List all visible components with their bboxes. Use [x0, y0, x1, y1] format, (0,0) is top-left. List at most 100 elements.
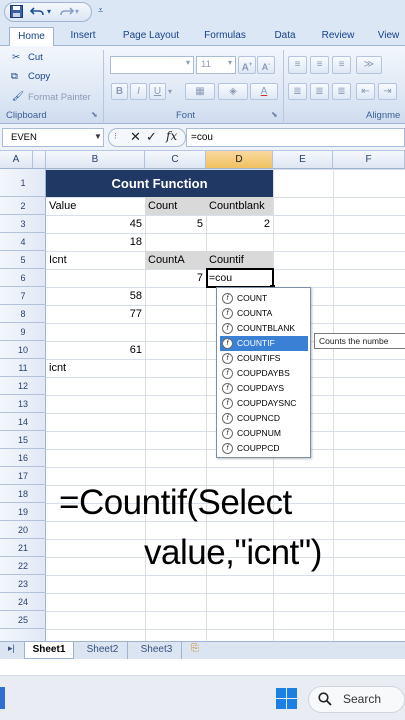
cell-b8[interactable]: 77 [46, 305, 142, 323]
row-header[interactable]: 3 [0, 215, 46, 233]
font-launcher-icon[interactable]: ⬊ [271, 110, 278, 119]
font-size-dropdown-icon[interactable]: ▾ [228, 58, 232, 67]
row-header[interactable]: 9 [0, 323, 46, 341]
insert-sheet-icon[interactable]: ⎘ [191, 643, 199, 654]
column-header-d[interactable]: D [206, 151, 273, 169]
name-box[interactable]: EVEN [2, 128, 104, 147]
row-header[interactable]: 4 [0, 233, 46, 251]
cell-d6-editor[interactable]: =cou [209, 269, 232, 287]
font-name-dropdown-icon[interactable]: ▾ [186, 58, 190, 67]
bold-button[interactable]: B [111, 83, 128, 100]
undo-dropdown-icon[interactable]: ▾ [47, 7, 51, 25]
autocomplete-item[interactable]: f COUPNCD [220, 411, 308, 426]
cell-b7[interactable]: 58 [46, 287, 142, 305]
autocomplete-item[interactable]: f COUNT [220, 291, 308, 306]
cell-b4[interactable]: 18 [46, 233, 142, 251]
column-header-e[interactable]: E [273, 151, 333, 169]
underline-dropdown-icon[interactable]: ▾ [168, 87, 172, 96]
row-header[interactable]: 14 [0, 413, 46, 431]
clipboard-launcher-icon[interactable]: ⬊ [91, 110, 98, 119]
cell-b11[interactable]: icnt [49, 359, 66, 377]
tab-insert[interactable]: Insert [62, 27, 104, 46]
align-right-icon[interactable]: ≣ [332, 83, 351, 100]
autocomplete-item[interactable]: f COUNTIFS [220, 351, 308, 366]
font-name-box[interactable] [110, 56, 194, 74]
cell-d3[interactable]: 2 [206, 215, 270, 233]
autocomplete-item[interactable]: f COUPNUM [220, 426, 308, 441]
column-header-a[interactable]: A [0, 151, 33, 169]
autocomplete-item[interactable]: f COUNTIF [220, 336, 308, 351]
cell-c3[interactable]: 5 [145, 215, 203, 233]
row-header[interactable]: 12 [0, 377, 46, 395]
underline-button[interactable]: U [149, 83, 166, 100]
row-header[interactable]: 5 [0, 251, 46, 269]
function-autocomplete-list[interactable]: f COUNT f COUNTA f COUNTBLANK f COUNTIF f COUNTIF… [216, 287, 311, 458]
borders-icon[interactable]: ▦ [185, 83, 215, 100]
align-left-icon[interactable]: ≣ [288, 83, 307, 100]
autocomplete-item[interactable]: f COUPDAYSNC [220, 396, 308, 411]
redo-icon[interactable] [58, 5, 74, 18]
sheet-tab-1[interactable]: Sheet1 [24, 642, 74, 659]
tab-formulas[interactable]: Formulas [197, 27, 253, 46]
windows-start-icon[interactable] [276, 688, 297, 709]
row-header[interactable]: 7 [0, 287, 46, 305]
align-center-icon[interactable]: ≣ [310, 83, 329, 100]
row-header[interactable]: 1 [0, 169, 46, 197]
row-header[interactable]: 15 [0, 431, 46, 449]
font-color-icon[interactable]: A [250, 83, 278, 100]
autocomplete-item[interactable]: f COUPDAYBS [220, 366, 308, 381]
insert-function-button[interactable]: fx [166, 129, 177, 143]
row-header[interactable]: 20 [0, 521, 46, 539]
align-middle-icon[interactable]: ≡ [310, 56, 329, 74]
row-header[interactable]: 10 [0, 341, 46, 359]
cell-d2[interactable]: Countblank [209, 197, 265, 215]
row-header[interactable]: 11 [0, 359, 46, 377]
enter-formula-icon[interactable]: ✓ [146, 129, 157, 145]
cell-c2[interactable]: Count [148, 197, 177, 215]
tab-review[interactable]: Review [315, 27, 361, 46]
sheet-scroll-last-icon[interactable]: ▸| [8, 643, 15, 654]
column-header-b[interactable]: B [46, 151, 145, 169]
row-header[interactable]: 16 [0, 449, 46, 467]
row-header[interactable]: 24 [0, 593, 46, 611]
cell-b10[interactable]: 61 [46, 341, 142, 359]
format-painter-button[interactable]: Format Painter [28, 92, 91, 103]
row-header[interactable]: 19 [0, 503, 46, 521]
italic-button[interactable]: I [130, 83, 147, 100]
increase-indent-icon[interactable]: ⇥ [378, 83, 397, 100]
shrink-font-icon[interactable]: A- [257, 56, 275, 74]
name-box-dropdown-icon[interactable]: ▼ [94, 132, 102, 141]
cell-c6[interactable]: 7 [145, 269, 203, 287]
row-header[interactable]: 23 [0, 575, 46, 593]
grow-font-icon[interactable]: A+ [238, 56, 256, 74]
save-icon[interactable] [10, 5, 23, 18]
row-header[interactable]: 25 [0, 611, 46, 629]
autocomplete-item[interactable]: f COUPPCD [220, 441, 308, 456]
sheet-tab-2[interactable]: Sheet2 [78, 642, 128, 659]
cell-b5[interactable]: Icnt [49, 251, 67, 269]
worksheet-grid[interactable]: A B C D E F Count Function Value Count C… [0, 151, 405, 641]
decrease-indent-icon[interactable]: ⇤ [356, 83, 375, 100]
cell-b3[interactable]: 45 [46, 215, 142, 233]
align-top-icon[interactable]: ≡ [288, 56, 307, 74]
autocomplete-item[interactable]: f COUNTBLANK [220, 321, 308, 336]
column-header-f[interactable]: F [333, 151, 405, 169]
row-header[interactable]: 13 [0, 395, 46, 413]
row-header[interactable]: 17 [0, 467, 46, 485]
row-header[interactable]: 2 [0, 197, 46, 215]
title-cell[interactable]: Count Function [46, 170, 273, 197]
undo-icon[interactable] [30, 5, 46, 18]
row-header[interactable]: 18 [0, 485, 46, 503]
taskbar-app-indicator[interactable] [0, 687, 5, 709]
tab-data[interactable]: Data [268, 27, 302, 46]
cancel-formula-icon[interactable]: ✕ [130, 129, 141, 145]
cell-b2[interactable]: Value [49, 197, 76, 215]
column-header-c[interactable]: C [145, 151, 206, 169]
fill-color-icon[interactable]: ◈ [218, 83, 248, 100]
cell-c5[interactable]: CountA [148, 251, 185, 269]
customize-icon[interactable]: ⩡ [98, 5, 103, 23]
row-header[interactable]: 6 [0, 269, 46, 287]
row-header[interactable]: 8 [0, 305, 46, 323]
autocomplete-item[interactable]: f COUPDAYS [220, 381, 308, 396]
tab-home[interactable]: Home [9, 27, 54, 46]
